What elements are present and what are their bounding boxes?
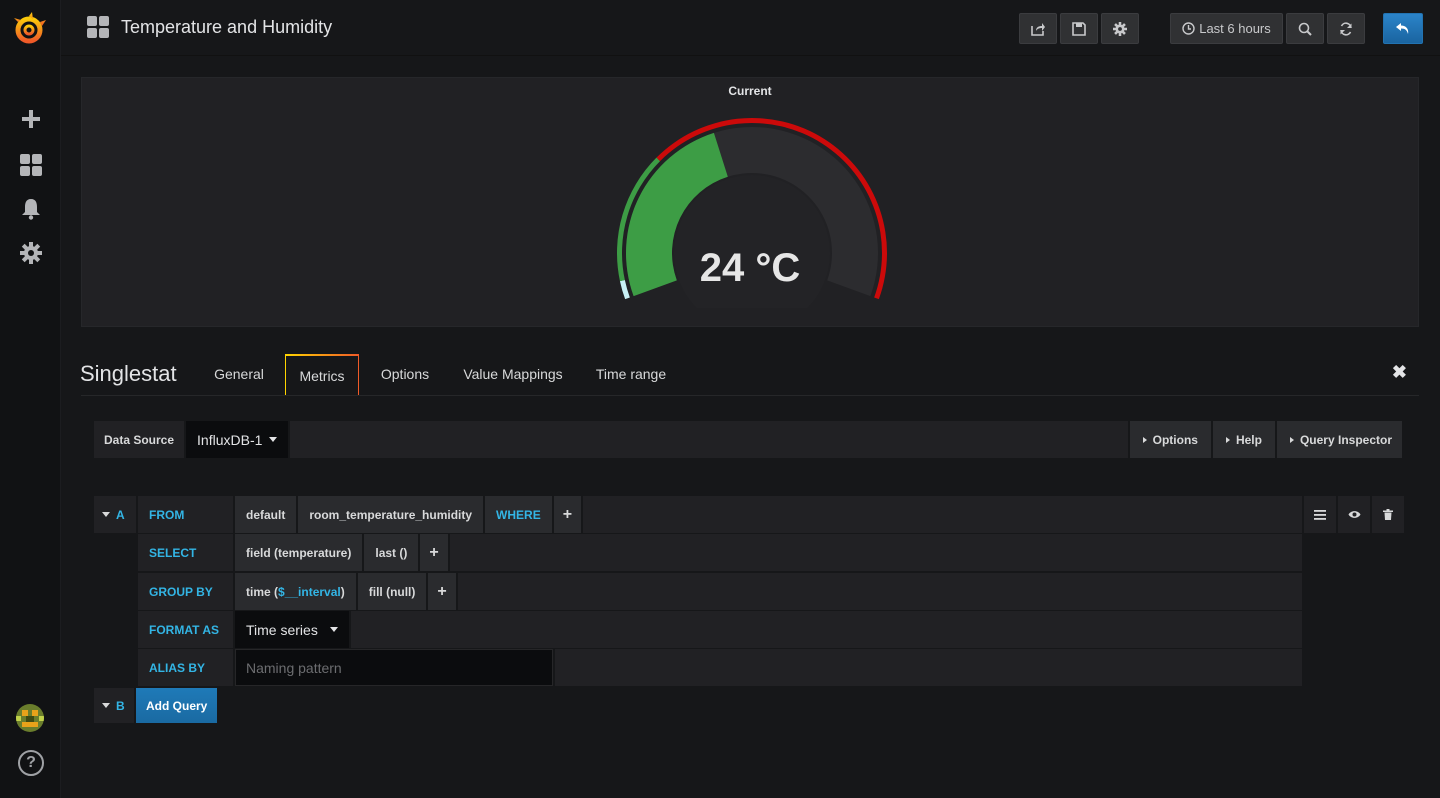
groupby-time-segment[interactable]: time ($__interval) [235, 573, 356, 610]
datasource-value: InfluxDB-1 [197, 431, 263, 448]
tab-value-mappings[interactable]: Value Mappings [456, 354, 570, 396]
query-menu-button[interactable] [1304, 496, 1336, 533]
interval-variable: $__interval [278, 584, 341, 599]
format-label: FORMAT AS [138, 611, 233, 648]
dashboard-grid-icon [87, 16, 109, 38]
query-a-collapse[interactable]: A [94, 496, 136, 533]
tab-time-range[interactable]: Time range [588, 354, 674, 396]
panel-editor-header: Singlestat General Metrics Options Value… [61, 352, 1440, 396]
from-filler [583, 496, 1302, 533]
query-a-from-row: A FROM default room_temperature_humidity… [94, 496, 1404, 533]
toggle-visibility-button[interactable] [1338, 496, 1370, 533]
save-icon [1072, 21, 1086, 36]
where-add-button[interactable]: + [553, 496, 582, 533]
where-label: WHERE [485, 496, 552, 533]
groupby-filler [457, 573, 1302, 610]
options-toggle-button[interactable]: Options [1129, 421, 1211, 458]
dashboards-grid-icon[interactable] [15, 149, 47, 181]
select-filler [449, 534, 1302, 571]
help-icon[interactable]: ? [18, 750, 44, 776]
datasource-row: Data Source InfluxDB-1 Options Help Quer… [94, 421, 1402, 458]
add-query-button[interactable]: Add Query [136, 688, 218, 723]
gear-icon [1113, 21, 1127, 36]
retention-policy-segment[interactable]: default [235, 496, 297, 533]
query-inspector-button[interactable]: Query Inspector [1276, 421, 1402, 458]
groupby-label: GROUP BY [138, 573, 233, 610]
share-icon [1031, 22, 1045, 36]
groupby-row: GROUP BY time ($__interval) fill (null) … [138, 573, 1302, 610]
zoom-out-icon [1298, 22, 1312, 36]
divider [81, 395, 1419, 396]
format-filler [351, 611, 1302, 648]
datasource-select[interactable]: InfluxDB-1 [186, 421, 289, 458]
alias-label: ALIAS BY [138, 649, 233, 686]
format-select[interactable]: Time series [235, 611, 349, 648]
time-range-label: Last 6 hours [1199, 21, 1271, 36]
alias-row: ALIAS BY Naming pattern [138, 649, 1302, 686]
trash-icon [1383, 509, 1393, 520]
groupby-fill-segment[interactable]: fill (null) [357, 573, 427, 610]
gauge-value: 24 °C [699, 246, 801, 290]
share-button[interactable] [1019, 13, 1057, 44]
caret-right-icon [1225, 436, 1230, 443]
create-plus-icon[interactable] [15, 103, 47, 135]
top-navbar: Temperature and Humidity Last 6 hours [61, 0, 1440, 56]
panel-type-title: Singlestat [80, 361, 177, 386]
back-arrow-icon [1396, 22, 1409, 34]
format-value: Time series [246, 621, 318, 638]
caret-right-icon [1289, 436, 1294, 443]
refresh-icon [1340, 21, 1352, 36]
caret-right-icon [1142, 436, 1147, 443]
back-to-dashboard-button[interactable] [1383, 13, 1423, 44]
gauge-panel[interactable]: Current 24 °C [81, 77, 1419, 327]
save-dashboard-button[interactable] [1060, 13, 1098, 44]
measurement-segment[interactable]: room_temperature_humidity [298, 496, 484, 533]
panel-title: Current [728, 84, 772, 98]
refresh-button[interactable] [1327, 13, 1365, 44]
select-field-segment[interactable]: field (temperature) [235, 534, 363, 571]
app-root: ? Temperature and Humidity Last 6 hours [0, 0, 1440, 798]
alias-input[interactable]: Naming pattern [235, 649, 553, 686]
tab-metrics[interactable]: Metrics [285, 354, 359, 396]
dashboard-settings-button[interactable] [1101, 13, 1139, 44]
groupby-add-button[interactable]: + [428, 573, 456, 610]
clock-icon [1182, 22, 1195, 35]
from-label: FROM [138, 496, 233, 533]
caret-down-icon [102, 703, 110, 708]
dashboard-title: Temperature and Humidity [121, 16, 333, 37]
datasource-label: Data Source [94, 421, 185, 458]
delete-query-button[interactable] [1372, 496, 1404, 533]
select-add-button[interactable]: + [420, 534, 448, 571]
alias-filler [555, 649, 1302, 686]
datasource-filler [290, 421, 1128, 458]
caret-down-icon [102, 512, 110, 517]
zoom-out-button[interactable] [1286, 13, 1324, 44]
select-row: SELECT field (temperature) last () + [138, 534, 1302, 571]
help-toggle-button[interactable]: Help [1212, 421, 1275, 458]
tab-options[interactable]: Options [371, 354, 439, 396]
alerting-bell-icon[interactable] [15, 193, 47, 225]
grafana-logo-icon[interactable] [10, 10, 50, 50]
dashboard-picker[interactable]: Temperature and Humidity [87, 16, 332, 38]
tab-general[interactable]: General [205, 354, 273, 396]
close-editor-icon[interactable]: ✖ [1392, 362, 1407, 383]
query-b-row: B Add Query [94, 688, 218, 723]
eye-icon [1348, 511, 1360, 518]
select-fn-segment[interactable]: last () [364, 534, 419, 571]
configuration-gear-icon[interactable] [15, 237, 47, 269]
caret-down-icon [269, 437, 278, 442]
format-row: FORMAT AS Time series [138, 611, 1302, 648]
select-label: SELECT [138, 534, 233, 571]
time-picker-button[interactable]: Last 6 hours [1170, 13, 1283, 44]
sidebar: ? [0, 0, 61, 798]
query-b-collapse[interactable]: B [94, 688, 134, 723]
user-avatar[interactable] [16, 704, 44, 732]
hamburger-icon [1314, 509, 1326, 520]
caret-down-icon [330, 627, 338, 632]
